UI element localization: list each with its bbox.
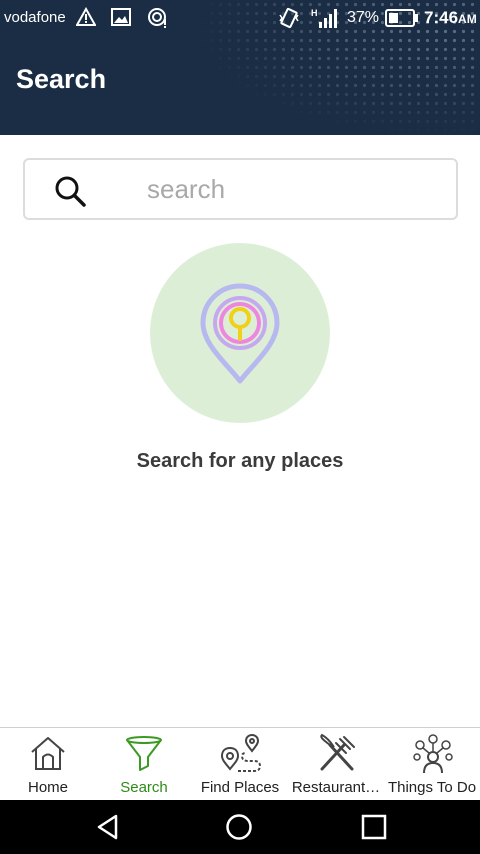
image-icon [111,8,131,26]
clock: 7:46AM [424,8,477,28]
empty-state-illustration [150,243,330,423]
back-icon[interactable] [94,813,122,841]
svg-text:H: H [311,8,318,18]
signal-icon: H [311,8,337,28]
system-nav-bar [0,800,480,854]
clock-suffix: AM [458,12,477,26]
empty-state-message: Search for any places [136,450,344,472]
app-header: vodafone H 37% 7:46AM Search [0,0,480,135]
page-title: Search [16,64,107,94]
search-icon[interactable] [53,174,89,210]
battery-percent: 37% [347,9,380,26]
search-input[interactable] [147,168,437,210]
recents-icon[interactable] [360,813,388,841]
funnel-icon [126,736,162,771]
nav-label-restaurants: Restaurant… [291,779,381,796]
carrier-name: vodafone [4,9,66,26]
search-box[interactable] [23,158,458,220]
nav-item-restaurants[interactable]: Restaurant… [288,728,384,801]
nav-label-search: Search [120,779,168,796]
nav-label-things-to-do: Things To Do [387,779,477,796]
location-pin-icon [200,283,280,384]
fork-knife-icon [320,733,355,771]
status-bar: vodafone H 37% 7:46AM [0,0,480,36]
nav-label-find-places: Find Places [200,779,280,796]
route-map-icon [220,733,262,772]
home-circle-icon[interactable] [225,813,253,841]
nav-label-home: Home [27,779,68,796]
vibrate-icon [279,7,299,29]
nav-item-find-places[interactable]: Find Places [192,728,288,801]
warning-icon [76,7,96,26]
nav-item-search[interactable]: Search [96,728,192,801]
battery-icon [385,9,418,27]
activities-icon [413,734,453,774]
clock-time: 7:46 [424,8,459,27]
nav-item-home[interactable]: Home [0,728,96,801]
home-icon [31,737,65,770]
location-broadcast-icon [148,8,166,28]
nav-item-things-to-do[interactable]: Things To Do [384,728,480,801]
bottom-nav: Home Search Find Places Restaurant… Thin… [0,727,480,800]
